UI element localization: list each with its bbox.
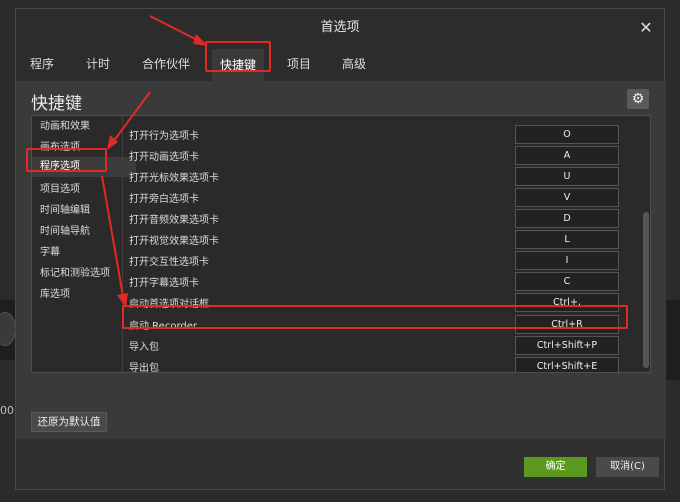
shortcut-row[interactable]: 打开交互性选项卡 I — [123, 250, 643, 271]
dialog-title: 首选项 — [320, 20, 360, 35]
shortcut-label: 导入包 — [129, 342, 159, 353]
category-item[interactable]: 时间轴编辑 — [40, 201, 90, 216]
shortcut-row[interactable]: 导出包 Ctrl+Shift+E — [123, 356, 643, 372]
shortcut-key-field[interactable]: I — [515, 251, 619, 270]
dialog-footer: 确定 取消(C) — [16, 447, 666, 491]
shortcut-list: 打开行为选项卡 O 打开动画选项卡 A 打开光标效果选项卡 U 打开旁白选项卡 … — [123, 116, 643, 372]
shortcut-key-field[interactable]: Ctrl+Shift+E — [515, 357, 619, 372]
shortcut-key-field[interactable]: V — [515, 188, 619, 207]
tab-advanced[interactable]: 高级 — [342, 55, 366, 72]
category-item[interactable]: 库选项 — [40, 285, 70, 300]
shortcuts-content: 快捷键 ⚙ 动画和效果 画布选项 程序选项 项目选项 时间轴编辑 时间轴导航 字… — [16, 81, 666, 439]
gear-icon[interactable]: ⚙ — [627, 89, 649, 109]
category-item[interactable]: 标记和测验选项 — [40, 264, 110, 279]
background-app-strip — [665, 300, 680, 380]
category-item[interactable]: 时间轴导航 — [40, 222, 90, 237]
shortcut-label: 导出包 — [129, 363, 159, 372]
shortcut-key-field[interactable]: A — [515, 146, 619, 165]
shortcut-label: 打开音频效果选项卡 — [129, 215, 219, 226]
shortcut-label: 打开光标效果选项卡 — [129, 173, 219, 184]
shortcut-key-field[interactable]: Ctrl+Shift+P — [515, 336, 619, 355]
shortcut-label: 打开旁白选项卡 — [129, 194, 199, 205]
close-icon[interactable]: ✕ — [636, 9, 656, 47]
annotation-highlight-shortcuts-tab — [205, 41, 271, 72]
shortcut-row[interactable]: 打开视觉效果选项卡 L — [123, 229, 643, 250]
category-item[interactable]: 字幕 — [40, 243, 60, 258]
shortcut-label: 打开动画选项卡 — [129, 152, 199, 163]
shortcuts-panel: 动画和效果 画布选项 程序选项 项目选项 时间轴编辑 时间轴导航 字幕 标记和测… — [31, 115, 651, 373]
shortcut-key-field[interactable]: U — [515, 167, 619, 186]
shortcut-key-field[interactable]: C — [515, 272, 619, 291]
background-app-fragment: 00 — [0, 404, 14, 417]
cancel-button[interactable]: 取消(C) — [596, 457, 659, 477]
shortcut-row[interactable]: 打开字幕选项卡 C — [123, 271, 643, 292]
tab-project[interactable]: 项目 — [287, 55, 311, 72]
section-title: 快捷键 — [31, 94, 82, 114]
shortcut-list-scrollbar[interactable] — [643, 212, 649, 368]
shortcut-key-field[interactable]: L — [515, 230, 619, 249]
shortcut-row[interactable]: 导入包 Ctrl+Shift+P — [123, 335, 643, 356]
ok-button[interactable]: 确定 — [524, 457, 587, 477]
shortcut-row[interactable]: 打开光标效果选项卡 U — [123, 166, 643, 187]
shortcut-key-field[interactable]: D — [515, 209, 619, 228]
shortcut-label: 打开行为选项卡 — [129, 131, 199, 142]
annotation-highlight-recorder-row — [122, 305, 628, 329]
category-item[interactable]: 动画和效果 — [40, 117, 90, 132]
shortcut-row[interactable]: 打开行为选项卡 O — [123, 124, 643, 145]
shortcut-key-field[interactable]: O — [515, 125, 619, 144]
dialog-titlebar: 首选项 ✕ — [16, 9, 664, 47]
tab-timing[interactable]: 计时 — [86, 55, 110, 72]
tab-partners[interactable]: 合作伙伴 — [142, 55, 190, 72]
category-item[interactable]: 项目选项 — [40, 180, 80, 195]
reset-defaults-button[interactable]: 还原为默认值 — [31, 412, 107, 432]
shortcut-label: 打开字幕选项卡 — [129, 278, 199, 289]
shortcut-row[interactable]: 打开旁白选项卡 V — [123, 187, 643, 208]
shortcut-label: 打开交互性选项卡 — [129, 257, 209, 268]
tab-bar: 程序 计时 合作伙伴 快捷键 项目 高级 — [16, 47, 664, 81]
preferences-dialog: 首选项 ✕ 程序 计时 合作伙伴 快捷键 项目 高级 快捷键 ⚙ 动画和效果 画… — [15, 8, 666, 491]
shortcut-label: 打开视觉效果选项卡 — [129, 236, 219, 247]
annotation-highlight-program-options — [26, 148, 107, 172]
shortcut-row[interactable]: 打开音频效果选项卡 D — [123, 208, 643, 229]
tab-program[interactable]: 程序 — [30, 55, 54, 72]
shortcut-row[interactable]: 打开动画选项卡 A — [123, 145, 643, 166]
